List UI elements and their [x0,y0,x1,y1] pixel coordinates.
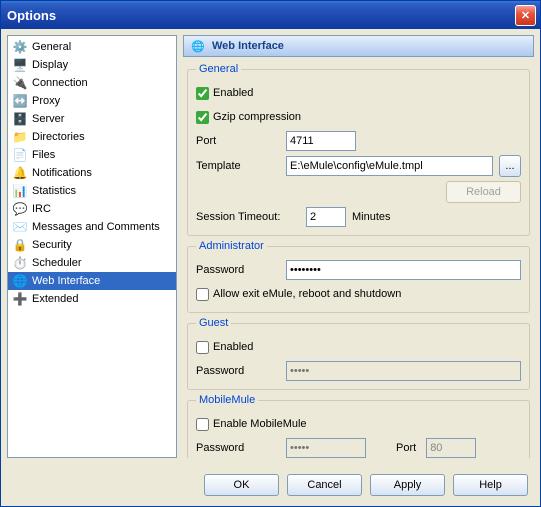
help-button[interactable]: Help [453,474,528,496]
nav-item-connection[interactable]: 🔌 Connection [8,74,176,92]
nav-item-label: General [32,41,71,53]
server-icon: 🗄️ [12,111,28,127]
close-button[interactable]: ✕ [515,5,536,26]
mobile-password-input[interactable] [286,438,366,458]
nav-item-label: Display [32,59,68,71]
nav-item-extended[interactable]: ➕ Extended [8,290,176,308]
window-title: Options [7,8,515,23]
settings-panel: 🌐 Web Interface General Enabled Gzip com… [183,35,534,458]
nav-item-label: Statistics [32,185,76,197]
options-window: Options ✕ ⚙️ General 🖥️ Display 🔌 Connection ↔… [0,0,541,507]
mobile-enable-checkbox[interactable] [196,418,209,431]
panel-header: 🌐 Web Interface [183,35,534,57]
nav-item-label: Proxy [32,95,60,107]
cancel-button[interactable]: Cancel [287,474,362,496]
close-icon: ✕ [521,9,530,22]
nav-item-label: Extended [32,293,78,305]
guest-password-label: Password [196,365,286,377]
guest-group: Guest Enabled Password [187,317,530,390]
statistics-icon: 📊 [12,183,28,199]
enabled-label: Enabled [213,87,253,99]
nav-item-label: Server [32,113,64,125]
session-unit: Minutes [352,211,391,223]
guest-enabled-checkbox[interactable] [196,341,209,354]
session-timeout-label: Session Timeout: [196,211,306,223]
template-label: Template [196,160,286,172]
gzip-checkbox[interactable] [196,111,209,124]
nav-item-label: Scheduler [32,257,82,269]
nav-item-label: Directories [32,131,85,143]
session-timeout-input[interactable] [306,207,346,227]
nav-item-proxy[interactable]: ↔️ Proxy [8,92,176,110]
mobile-enable-label: Enable MobileMule [213,418,307,430]
extended-icon: ➕ [12,291,28,307]
nav-item-label: Files [32,149,55,161]
nav-item-display[interactable]: 🖥️ Display [8,56,176,74]
scheduler-icon: ⏱️ [12,255,28,271]
connection-icon: 🔌 [12,75,28,91]
template-input[interactable] [286,156,493,176]
irc-icon: 💬 [12,201,28,217]
nav-item-server[interactable]: 🗄️ Server [8,110,176,128]
ellipsis-icon: ... [505,160,514,172]
globe-icon: 🌐 [190,38,206,54]
security-icon: 🔒 [12,237,28,253]
nav-item-label: Connection [32,77,88,89]
mobile-password-label: Password [196,442,286,454]
ok-button[interactable]: OK [204,474,279,496]
nav-item-messages-and-comments[interactable]: ✉️ Messages and Comments [8,218,176,236]
administrator-group: Administrator Password Allow exit eMule,… [187,240,530,313]
port-label: Port [196,135,286,147]
nav-item-statistics[interactable]: 📊 Statistics [8,182,176,200]
nav-item-label: Notifications [32,167,92,179]
allow-exit-checkbox[interactable] [196,288,209,301]
notifications-icon: 🔔 [12,165,28,181]
category-list[interactable]: ⚙️ General 🖥️ Display 🔌 Connection ↔️ Proxy 🗄️ Se… [7,35,177,458]
panel-title: Web Interface [212,40,284,52]
nav-item-scheduler[interactable]: ⏱️ Scheduler [8,254,176,272]
content-area: ⚙️ General 🖥️ Display 🔌 Connection ↔️ Proxy 🗄️ Se… [1,29,540,464]
files-icon: 📄 [12,147,28,163]
admin-password-label: Password [196,264,286,276]
titlebar[interactable]: Options ✕ [1,1,540,29]
nav-item-general[interactable]: ⚙️ General [8,38,176,56]
mobile-port-label: Port [396,442,416,454]
mobilemule-group: MobileMule Enable MobileMule Password Po… [187,394,530,458]
nav-item-files[interactable]: 📄 Files [8,146,176,164]
nav-item-label: Messages and Comments [32,221,160,233]
admin-password-input[interactable] [286,260,521,280]
mobile-port-input[interactable] [426,438,476,458]
panel-body: General Enabled Gzip compression Port [183,57,534,458]
messages-and-comments-icon: ✉️ [12,219,28,235]
web-interface-icon: 🌐 [12,273,28,289]
nav-item-security[interactable]: 🔒 Security [8,236,176,254]
nav-item-label: Web Interface [32,275,100,287]
nav-item-directories[interactable]: 📁 Directories [8,128,176,146]
guest-password-input[interactable] [286,361,521,381]
apply-button[interactable]: Apply [370,474,445,496]
allow-exit-label: Allow exit eMule, reboot and shutdown [213,288,401,300]
general-icon: ⚙️ [12,39,28,55]
nav-item-label: IRC [32,203,51,215]
display-icon: 🖥️ [12,57,28,73]
gzip-label: Gzip compression [213,111,301,123]
proxy-icon: ↔️ [12,93,28,109]
general-legend: General [196,63,241,75]
nav-item-irc[interactable]: 💬 IRC [8,200,176,218]
mobile-legend: MobileMule [196,394,258,406]
nav-item-notifications[interactable]: 🔔 Notifications [8,164,176,182]
guest-enabled-label: Enabled [213,341,253,353]
nav-item-label: Security [32,239,72,251]
enabled-checkbox[interactable] [196,87,209,100]
port-input[interactable] [286,131,356,151]
directories-icon: 📁 [12,129,28,145]
reload-button[interactable]: Reload [446,181,521,203]
browse-button[interactable]: ... [499,155,521,177]
admin-legend: Administrator [196,240,267,252]
guest-legend: Guest [196,317,231,329]
general-group: General Enabled Gzip compression Port [187,63,530,236]
dialog-footer: OK Cancel Apply Help [1,464,540,506]
nav-item-web-interface[interactable]: 🌐 Web Interface [8,272,176,290]
